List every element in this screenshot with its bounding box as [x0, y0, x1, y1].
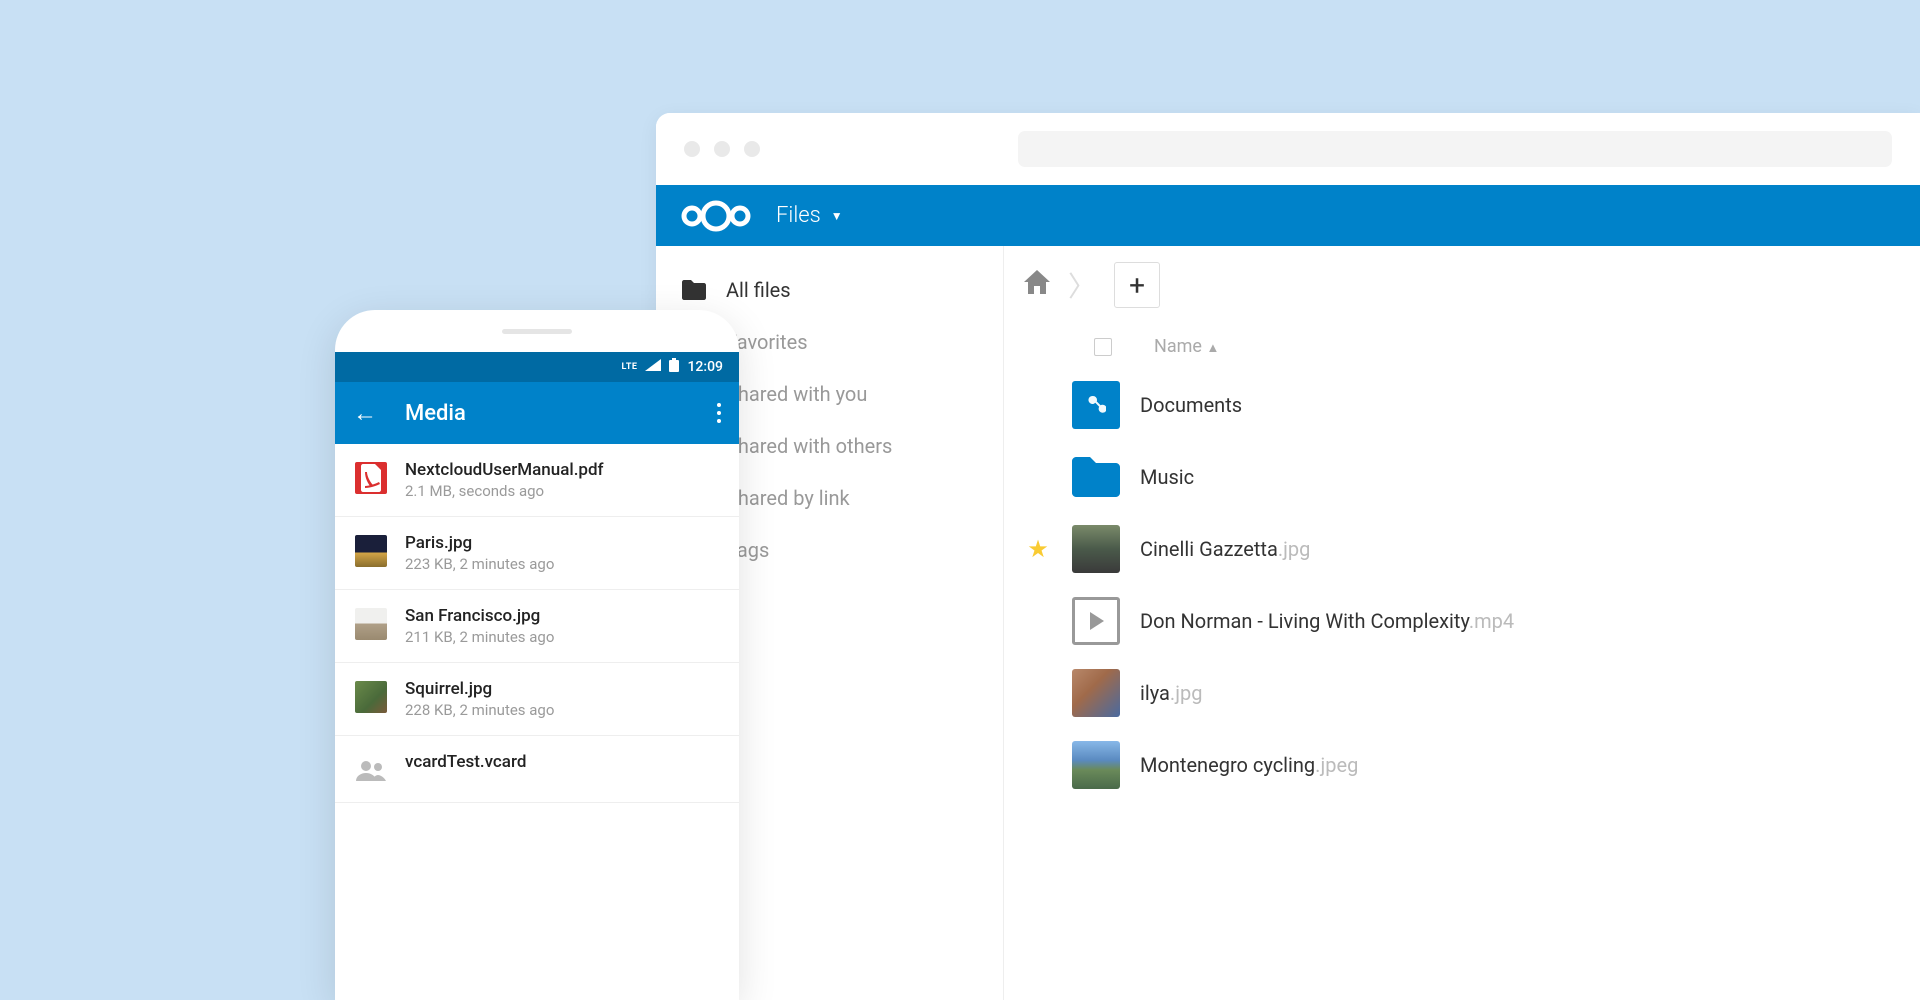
signal-icon — [645, 359, 661, 375]
more-menu-icon[interactable] — [717, 403, 721, 423]
image-thumbnail — [1072, 741, 1120, 789]
file-name: Don Norman - Living With Complexity.mp4 — [1140, 609, 1514, 633]
table-header: Name ▲ — [1004, 324, 1920, 369]
video-icon — [1072, 597, 1120, 645]
app-menu-files[interactable]: Files ▼ — [776, 203, 843, 228]
column-name[interactable]: Name ▲ — [1154, 336, 1219, 357]
file-name: Cinelli Gazzetta.jpg — [1140, 537, 1310, 561]
table-row[interactable]: ilya.jpg — [1004, 657, 1920, 729]
traffic-dot[interactable] — [684, 141, 700, 157]
file-name: Montenegro cycling.jpeg — [1140, 753, 1358, 777]
table-row[interactable]: Don Norman - Living With Complexity.mp4 — [1004, 585, 1920, 657]
chevron-down-icon: ▼ — [831, 209, 843, 223]
image-thumbnail — [355, 608, 387, 640]
app-header: Files ▼ — [656, 185, 1920, 246]
select-all-checkbox[interactable] — [1094, 338, 1112, 356]
table-row[interactable]: Documents — [1004, 369, 1920, 441]
list-item[interactable]: Squirrel.jpg 228 KB, 2 minutes ago — [335, 663, 739, 736]
add-button[interactable]: + — [1114, 262, 1160, 308]
contacts-icon — [355, 754, 387, 786]
file-name: San Francisco.jpg — [405, 606, 554, 626]
screen-title: Media — [405, 401, 689, 426]
browser-chrome — [656, 113, 1920, 185]
phone-speaker — [335, 310, 739, 352]
file-list: Documents Music ★ Cinelli Gazzetta.jpg — [1004, 369, 1920, 801]
browser-window: Files ▼ All files Favorites Shared with … — [656, 113, 1920, 1000]
file-name: NextcloudUserManual.pdf — [405, 460, 604, 480]
traffic-dot[interactable] — [714, 141, 730, 157]
folder-icon — [682, 278, 706, 302]
star-toggle[interactable]: ★ — [1024, 535, 1052, 563]
media-list: NextcloudUserManual.pdf 2.1 MB, seconds … — [335, 444, 739, 803]
list-item[interactable]: San Francisco.jpg 211 KB, 2 minutes ago — [335, 590, 739, 663]
url-bar[interactable] — [1018, 131, 1892, 167]
file-name: ilya.jpg — [1140, 681, 1202, 705]
image-thumbnail — [355, 535, 387, 567]
image-thumbnail — [355, 681, 387, 713]
sidebar-item-label: Shared with you — [726, 382, 867, 406]
app-menu-label: Files — [776, 203, 821, 228]
sidebar-item-label: All files — [726, 278, 791, 302]
file-meta: 2.1 MB, seconds ago — [405, 482, 604, 500]
table-row[interactable]: Music — [1004, 441, 1920, 513]
table-row[interactable]: Montenegro cycling.jpeg — [1004, 729, 1920, 801]
table-row[interactable]: ★ Cinelli Gazzetta.jpg — [1004, 513, 1920, 585]
file-name: Music — [1140, 465, 1194, 489]
sort-asc-icon: ▲ — [1206, 341, 1219, 356]
network-label: LTE — [621, 362, 637, 372]
folder-shared-icon — [1072, 381, 1120, 429]
traffic-dot[interactable] — [744, 141, 760, 157]
app-bar: ← Media — [335, 382, 739, 444]
sidebar-item-label: Shared by link — [726, 486, 850, 510]
home-icon[interactable] — [1024, 270, 1050, 300]
status-bar: LTE 12:09 — [335, 352, 739, 382]
pdf-icon — [355, 462, 387, 494]
status-time: 12:09 — [687, 359, 723, 375]
sidebar-item-all-files[interactable]: All files — [656, 264, 1003, 316]
file-meta: 228 KB, 2 minutes ago — [405, 701, 554, 719]
list-item[interactable]: vcardTest.vcard — [335, 736, 739, 803]
phone-mockup: LTE 12:09 ← Media NextcloudUserManual.pd… — [335, 310, 739, 1000]
sidebar-item-label: Shared with others — [726, 434, 892, 458]
image-thumbnail — [1072, 525, 1120, 573]
breadcrumb: 〉 + — [1004, 246, 1920, 324]
file-name: vcardTest.vcard — [405, 752, 526, 772]
main-panel: 〉 + Name ▲ Documents — [1003, 246, 1920, 1000]
back-button[interactable]: ← — [353, 399, 377, 428]
folder-icon — [1072, 453, 1120, 501]
list-item[interactable]: Paris.jpg 223 KB, 2 minutes ago — [335, 517, 739, 590]
file-meta: 223 KB, 2 minutes ago — [405, 555, 554, 573]
file-name: Squirrel.jpg — [405, 679, 554, 699]
file-name: Documents — [1140, 393, 1242, 417]
plus-icon: + — [1129, 269, 1145, 302]
nextcloud-logo-icon[interactable] — [676, 196, 756, 236]
app-body: All files Favorites Shared with you Shar… — [656, 246, 1920, 1000]
list-item[interactable]: NextcloudUserManual.pdf 2.1 MB, seconds … — [335, 444, 739, 517]
battery-icon — [669, 358, 679, 376]
traffic-lights — [684, 141, 760, 157]
breadcrumb-separator-icon: 〉 — [1068, 265, 1096, 305]
file-name: Paris.jpg — [405, 533, 554, 553]
image-thumbnail — [1072, 669, 1120, 717]
file-meta: 211 KB, 2 minutes ago — [405, 628, 554, 646]
